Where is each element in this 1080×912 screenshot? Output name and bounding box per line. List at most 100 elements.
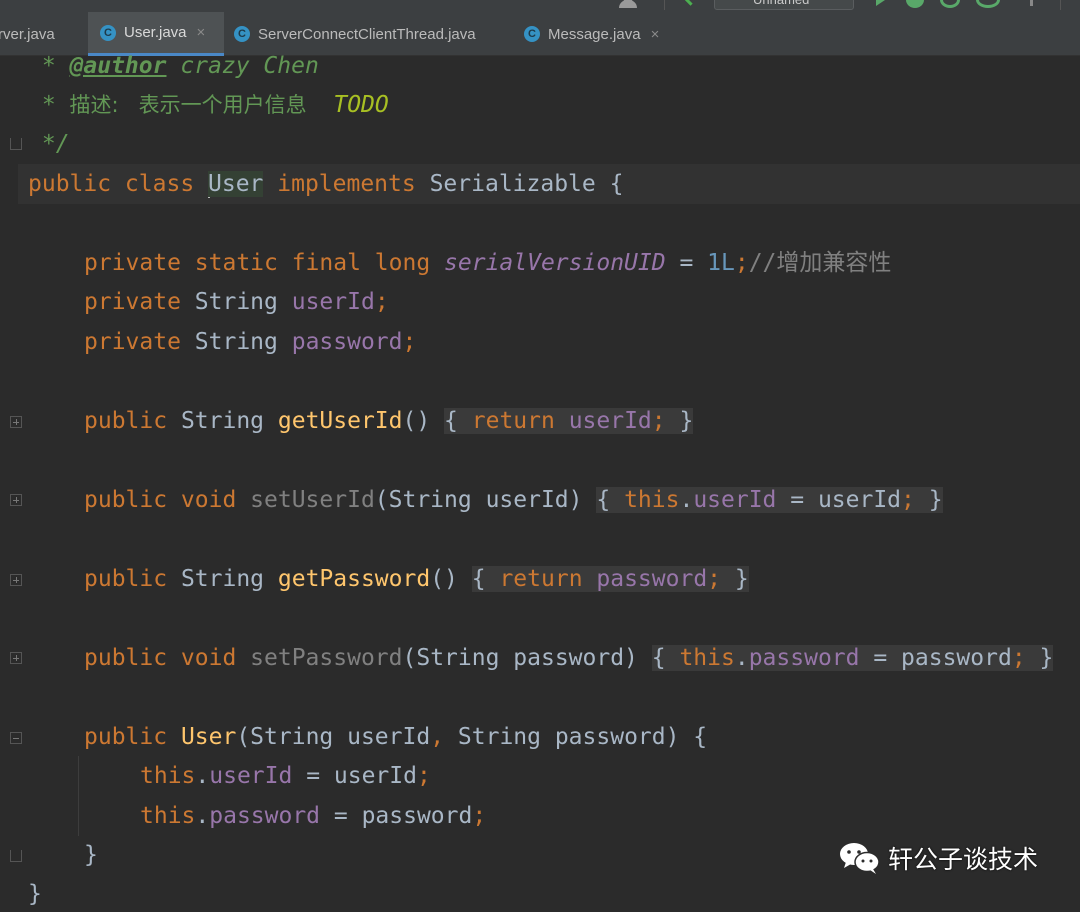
method-name: getPassword [277,566,431,592]
wechat-logo-icon [840,843,880,874]
code-line-method-setpassword: public void setPassword(String password)… [84,642,1054,674]
line-comment: //增加兼容性 [748,250,892,276]
folded-method-body[interactable]: { this.userId = userId; } [596,487,943,513]
keyword: private [84,289,195,315]
fold-end-icon[interactable] [10,850,22,862]
keyword: return [471,408,569,434]
fold-collapse-icon[interactable] [10,732,22,744]
doc-tag: @author [69,53,167,79]
field-name: userId [568,408,652,434]
type-name: String [180,566,278,592]
profile-icon[interactable] [976,0,1000,8]
method-name: getUserId [277,408,403,434]
run-configuration-select[interactable]: Unnamed [714,0,854,10]
field-name: userId [291,289,375,315]
parameter-list: () [430,566,472,592]
doc-comment-text: crazy Chen [166,53,319,79]
brace: } [721,566,749,592]
assignment: = password [859,645,1012,671]
code-line-doc-description: * 描述: 表示一个用户信息 TODO [28,89,389,121]
method-name-unused: setUserId [250,487,375,513]
fold-end-icon[interactable] [10,138,22,150]
brace: { [596,487,625,513]
fold-expand-icon[interactable] [10,652,22,664]
fold-expand-icon[interactable] [10,494,22,506]
folded-method-body[interactable]: { return userId; } [444,408,694,434]
navigate-back-icon[interactable] [681,0,700,6]
keyword: public void [84,645,251,671]
run-icon[interactable] [876,0,888,6]
keyword: private [84,329,195,355]
brace: } [84,842,98,868]
keyword: this [624,487,680,513]
semicolon: ; [707,566,722,592]
java-class-icon: C [100,24,116,41]
field-name: password [209,803,321,829]
brace: } [665,408,694,434]
code-line-doc-author: * @author crazy Chen [28,50,319,82]
code-line-serial-version-uid: private static final long serialVersionU… [84,247,891,279]
keyword: this [140,803,196,829]
field-name: userId [693,487,777,513]
comma: , [430,724,445,750]
code-line-method-getuserid: public String getUserId() { return userI… [84,405,694,437]
code-line-doc-end: */ [28,128,70,160]
parameter-list: (String userId) [374,487,597,513]
method-name-unused: setPassword [250,645,403,671]
doc-comment-text: * [28,92,70,118]
code-line-assign-password: this.password = password; [140,800,486,832]
tab-label: ServerConnectClientThread.java [258,25,476,43]
folded-method-body[interactable]: { return password; } [471,566,749,592]
close-tab-icon[interactable]: × [197,24,206,41]
number-literal: 1L [707,250,735,276]
java-class-icon: C [524,26,540,42]
fold-expand-icon[interactable] [10,574,22,586]
field-name: password [596,566,708,592]
semicolon: ; [651,408,666,434]
fold-expand-icon[interactable] [10,416,22,428]
static-field-name: serialVersionUID [444,250,666,276]
assignment: = userId [292,763,417,789]
type-name: String [194,289,292,315]
parameter-list: (String password) [402,645,652,671]
todo-marker: TODO [333,92,389,118]
brace: { [651,645,680,671]
class-name: User [208,171,264,197]
keyword: private static final long [84,250,445,276]
wechat-watermark: 轩公子谈技术 [838,838,1038,878]
keyword: public [84,408,181,434]
type-name: String [180,408,278,434]
user-account-icon[interactable] [618,0,640,8]
keyword: public [84,566,181,592]
field-name: password [748,645,860,671]
doc-comment-text: */ [28,131,70,157]
semicolon: ; [1011,645,1026,671]
run-with-coverage-icon[interactable] [940,0,960,8]
brace: } [28,881,42,907]
keyword: public void [84,487,251,513]
code-editor[interactable]: * @author crazy Chen * 描述: 表示一个用户信息 TODO… [0,53,1080,912]
brace: { [444,408,472,434]
type-name: String [194,329,292,355]
tab-label: Message.java [548,25,641,43]
field-name: userId [209,763,293,789]
semicolon: ; [472,803,487,829]
brace: } [914,487,943,513]
keyword: return [499,566,597,592]
stop-icon[interactable] [1018,0,1033,6]
keyword: public class [28,171,209,197]
semicolon: ; [402,329,417,355]
code-line-method-setuserid: public void setUserId(String userId) { t… [84,484,943,516]
semicolon: ; [374,289,389,315]
semicolon: ; [734,250,749,276]
watermark-text: 轩公子谈技术 [888,845,1039,874]
constructor-name: User [180,724,237,750]
tab-message-java[interactable]: C Message.java × [516,12,676,56]
close-tab-icon[interactable]: × [651,26,660,43]
code-line-class-end: } [28,878,42,910]
operator: = [665,250,708,276]
code-line-assign-userid: this.userId = userId; [140,760,431,792]
keyword: this [679,645,735,671]
debug-icon[interactable] [906,0,924,8]
folded-method-body[interactable]: { this.password = password; } [651,645,1054,671]
